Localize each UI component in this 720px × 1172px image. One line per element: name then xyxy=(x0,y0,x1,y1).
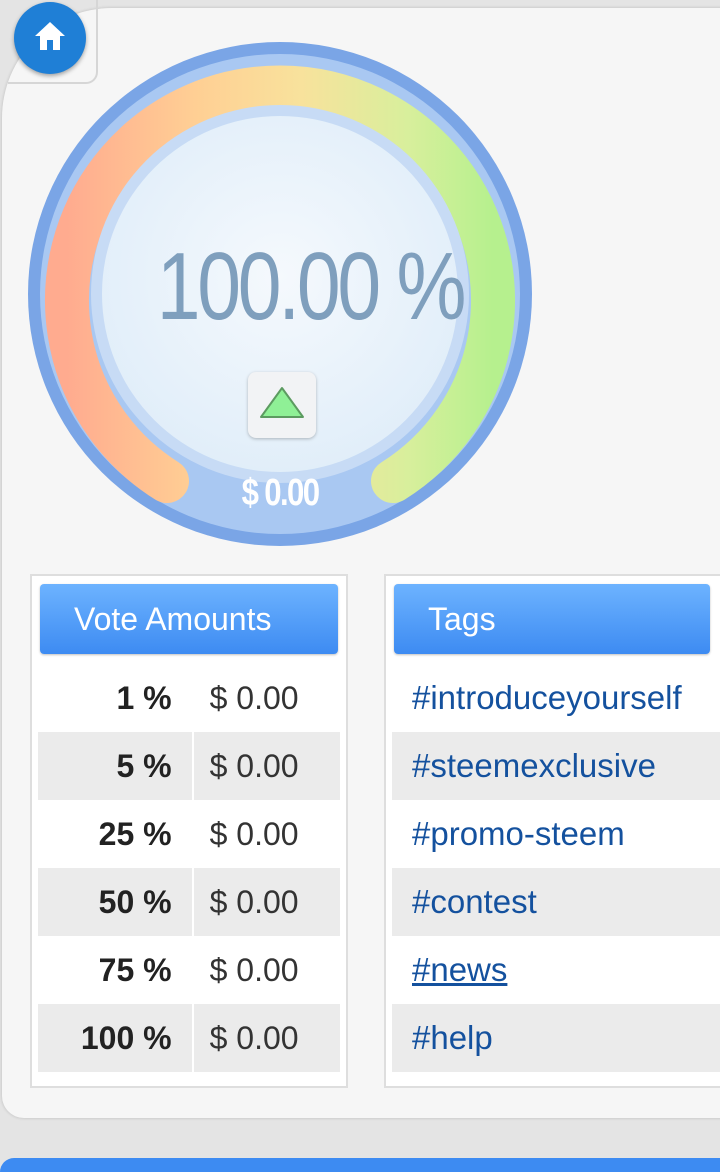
tags-panel: Tags #introduceyourself #steemexclusive … xyxy=(384,574,720,1088)
tag-row[interactable]: #introduceyourself xyxy=(392,664,720,732)
vote-percent-cell: 25 % xyxy=(38,800,194,868)
tags-header: Tags xyxy=(394,584,710,654)
tag-row[interactable]: #contest xyxy=(392,868,720,936)
vote-percent-cell: 1 % xyxy=(38,664,194,732)
vote-amount-cell: $ 0.00 xyxy=(209,815,299,852)
tag-link[interactable]: #introduceyourself xyxy=(392,664,720,732)
vote-percent-cell: 100 % xyxy=(38,1004,194,1072)
triangle-up-icon xyxy=(257,385,307,426)
vote-amount-cell: $ 0.00 xyxy=(192,1004,340,1072)
vote-row[interactable]: 100 % $ 0.00 xyxy=(38,1004,340,1072)
vote-percent-cell: 50 % xyxy=(38,868,194,936)
tag-row[interactable]: #news xyxy=(392,936,720,1004)
vote-row[interactable]: 5 % $ 0.00 xyxy=(38,732,340,800)
tag-row[interactable]: #help xyxy=(392,1004,720,1072)
vote-gauge[interactable]: 100.00 % $ 0.00 xyxy=(26,40,534,548)
tag-row[interactable]: #promo-steem xyxy=(392,800,720,868)
tag-row[interactable]: #steemexclusive xyxy=(392,732,720,800)
tag-link[interactable]: #steemexclusive xyxy=(392,732,720,800)
tag-link[interactable]: #promo-steem xyxy=(392,800,720,868)
vote-row[interactable]: 1 % $ 0.00 xyxy=(38,664,340,732)
vote-value: $ 0.00 xyxy=(241,472,320,514)
vote-row[interactable]: 50 % $ 0.00 xyxy=(38,868,340,936)
vote-amounts-panel: Vote Amounts 1 % $ 0.00 5 % $ 0.00 25 % $ 0… xyxy=(30,574,348,1088)
tag-link[interactable]: #help xyxy=(392,1004,720,1072)
tag-link[interactable]: #news xyxy=(392,936,720,1004)
vote-row[interactable]: 75 % $ 0.00 xyxy=(38,936,340,1004)
vote-amount-cell: $ 0.00 xyxy=(192,732,340,800)
vote-percent-cell: 75 % xyxy=(38,936,194,1004)
increase-button[interactable] xyxy=(248,372,316,438)
vote-amount-cell: $ 0.00 xyxy=(209,951,299,988)
vote-amounts-header: Vote Amounts xyxy=(40,584,338,654)
vote-percent-cell: 5 % xyxy=(38,732,194,800)
vote-percent: 100.00 % xyxy=(156,233,467,340)
vote-amount-cell: $ 0.00 xyxy=(192,868,340,936)
vote-amount-cell: $ 0.00 xyxy=(209,679,299,716)
tag-link[interactable]: #contest xyxy=(392,868,720,936)
vote-row[interactable]: 25 % $ 0.00 xyxy=(38,800,340,868)
